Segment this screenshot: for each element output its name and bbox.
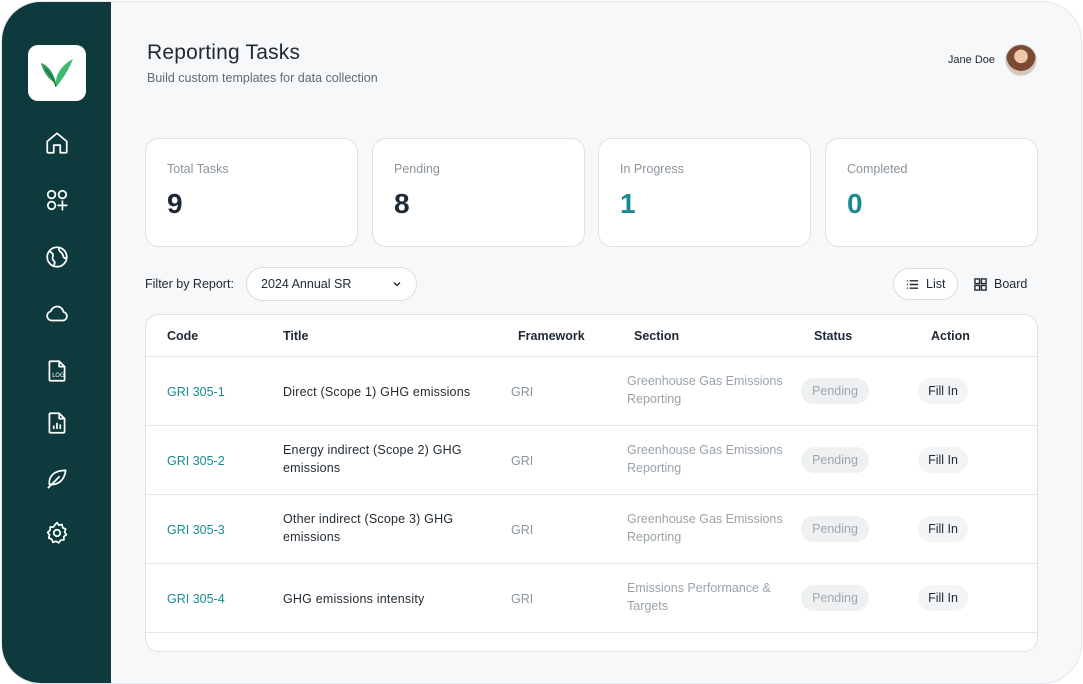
task-framework: GRI xyxy=(511,454,534,468)
stat-value: 9 xyxy=(167,188,183,219)
stat-label: Pending xyxy=(394,162,440,176)
user-name: Jane Doe xyxy=(947,54,995,66)
task-section: Greenhouse Gas Emissions Reporting xyxy=(627,512,783,544)
task-framework: GRI xyxy=(511,523,534,537)
stat-label: Completed xyxy=(847,162,908,176)
cloud-icon xyxy=(46,305,68,322)
column-header-title[interactable]: Title xyxy=(283,329,308,343)
table-row: GRI 305-4 GHG emissions intensity GRI Em… xyxy=(146,564,1037,633)
task-framework: GRI xyxy=(511,385,534,399)
page-subtitle: Build custom templates for data collecti… xyxy=(147,71,378,85)
nav-sustainability[interactable] xyxy=(42,464,72,494)
task-section: Greenhouse Gas Emissions Reporting xyxy=(627,374,783,406)
fill-in-button[interactable]: Fill In xyxy=(918,378,968,404)
avatar[interactable] xyxy=(1005,44,1037,76)
nav-log[interactable]: LOG xyxy=(42,356,72,386)
stat-value: 8 xyxy=(394,188,410,219)
globe-icon xyxy=(46,246,68,268)
stat-card-pending: Pending 8 xyxy=(372,138,585,247)
task-code[interactable]: GRI 305-4 xyxy=(167,590,225,608)
report-select-value: 2024 Annual SR xyxy=(261,277,352,291)
app-window: LOG Reporting Tasks Build custom templat… xyxy=(1,1,1082,684)
grid-icon xyxy=(974,277,987,291)
nav-apps[interactable] xyxy=(42,185,72,215)
table-row: GRI 305-2 Energy indirect (Scope 2) GHG … xyxy=(146,426,1037,495)
task-framework: GRI xyxy=(511,592,534,606)
stat-value: 1 xyxy=(620,188,636,219)
nav-home[interactable] xyxy=(42,128,72,158)
column-header-action[interactable]: Action xyxy=(931,329,970,343)
column-header-status[interactable]: Status xyxy=(814,329,852,343)
page-title: Reporting Tasks xyxy=(147,41,301,64)
task-title: Direct (Scope 1) GHG emissions xyxy=(283,385,471,399)
status-badge: Pending xyxy=(801,585,869,611)
task-title: Energy indirect (Scope 2) GHG emissions xyxy=(283,443,462,475)
nav-settings[interactable] xyxy=(42,518,72,548)
task-section: Emissions Performance & Targets xyxy=(627,581,771,613)
sidebar: LOG xyxy=(2,2,111,683)
fill-in-button[interactable]: Fill In xyxy=(918,516,968,542)
task-code[interactable]: GRI 305-2 xyxy=(167,452,225,470)
status-badge: Pending xyxy=(801,378,869,404)
task-title: GHG emissions intensity xyxy=(283,592,425,606)
nav-cloud[interactable] xyxy=(42,299,72,329)
nav-reports[interactable] xyxy=(42,408,72,438)
status-badge: Pending xyxy=(801,516,869,542)
log-file-icon: LOG xyxy=(48,360,66,382)
filter-label: Filter by Report: xyxy=(145,277,234,291)
fill-in-button[interactable]: Fill In xyxy=(918,585,968,611)
list-icon xyxy=(906,279,919,289)
settings-icon xyxy=(46,521,68,544)
list-view-button[interactable]: List xyxy=(893,268,959,300)
table-header: Code Title Framework Section Status Acti… xyxy=(146,315,1037,357)
stat-label: In Progress xyxy=(620,162,684,176)
table-row: GRI 305-3 Other indirect (Scope 3) GHG e… xyxy=(146,495,1037,564)
stat-card-in-progress: In Progress 1 xyxy=(598,138,811,247)
table-row: GRI 305-1 Direct (Scope 1) GHG emissions… xyxy=(146,357,1037,426)
app-logo[interactable] xyxy=(28,45,86,101)
stat-value: 0 xyxy=(847,188,863,219)
fill-in-button[interactable]: Fill In xyxy=(918,447,968,473)
leaf-logo-icon xyxy=(41,59,73,88)
nav-globe[interactable] xyxy=(42,242,72,272)
svg-text:LOG: LOG xyxy=(52,372,65,379)
stat-card-completed: Completed 0 xyxy=(825,138,1038,247)
user-menu[interactable]: Jane Doe xyxy=(948,44,1037,76)
report-select[interactable]: 2024 Annual SR xyxy=(246,267,417,301)
board-view-label: Board xyxy=(994,277,1028,291)
stat-card-total: Total Tasks 9 xyxy=(145,138,358,247)
home-icon xyxy=(46,132,68,154)
status-badge: Pending xyxy=(801,447,869,473)
task-code[interactable]: GRI 305-1 xyxy=(167,383,225,401)
stat-label: Total Tasks xyxy=(167,162,229,176)
main-content: Reporting Tasks Build custom templates f… xyxy=(111,2,1081,683)
chevron-down-icon xyxy=(393,282,401,287)
tasks-table: Code Title Framework Section Status Acti… xyxy=(145,314,1038,652)
board-view-button[interactable]: Board xyxy=(962,268,1039,300)
column-header-code[interactable]: Code xyxy=(167,329,198,343)
task-code[interactable]: GRI 305-3 xyxy=(167,521,225,539)
task-section: Greenhouse Gas Emissions Reporting xyxy=(627,443,783,475)
column-header-section[interactable]: Section xyxy=(634,329,679,343)
list-view-label: List xyxy=(926,277,946,291)
leaf-icon xyxy=(47,469,67,489)
apps-add-icon xyxy=(46,189,68,211)
report-file-icon xyxy=(48,412,66,434)
column-header-framework[interactable]: Framework xyxy=(518,329,585,343)
task-title: Other indirect (Scope 3) GHG emissions xyxy=(283,512,454,544)
